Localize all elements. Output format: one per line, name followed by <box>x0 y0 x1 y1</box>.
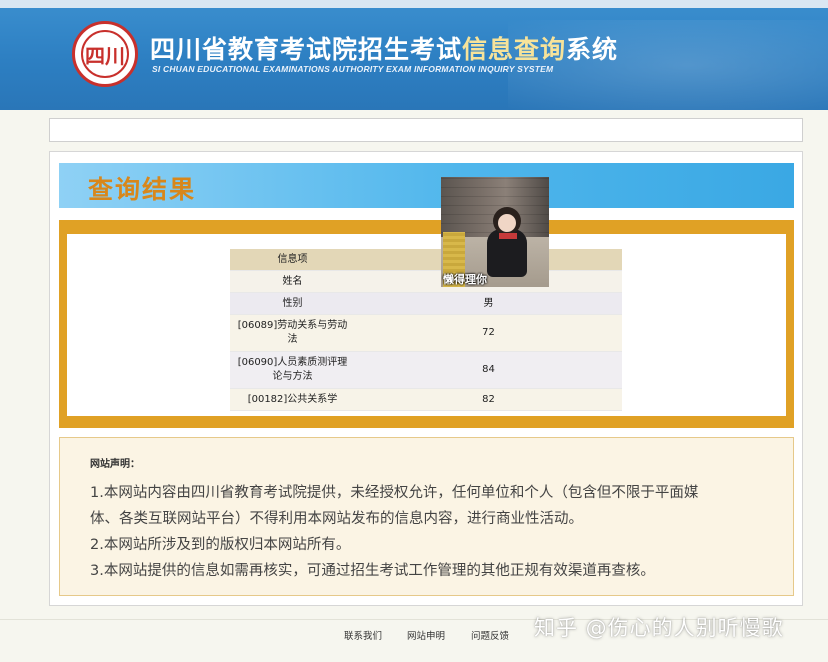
row-value: 男 <box>355 292 622 315</box>
table-row: [00182]公共关系学 82 <box>230 388 622 411</box>
site-subtitle: SI CHUAN EDUCATIONAL EXAMINATIONS AUTHOR… <box>152 64 554 74</box>
photo-caption: 懒得理你 <box>443 273 487 286</box>
row-label: 性别 <box>230 292 355 315</box>
table-row: 姓名 <box>230 270 622 293</box>
logo-emblem-icon: 四川 <box>81 30 129 78</box>
zhihu-watermark: 知乎 @伤心的人别听慢歌 <box>534 616 784 640</box>
row-label: 姓名 <box>230 270 355 293</box>
table-header-cell: 信息项 <box>230 249 355 271</box>
result-title: 查询结果 <box>88 175 197 204</box>
footer-link-statement[interactable]: 网站申明 <box>407 628 445 642</box>
table-row: 性别 男 <box>230 292 622 315</box>
row-label: [00182]公共关系学 <box>230 388 355 411</box>
photo-child-face <box>498 214 516 232</box>
notice-line: 1.本网站内容由四川省教育考试院提供，未经授权允许，任何单位和个人（包含但不限于… <box>90 485 699 501</box>
table-row: [06090]人员素质测评理论与方法 84 <box>230 351 622 389</box>
overlay-photo: 懒得理你 <box>441 177 549 287</box>
notice-line: 3.本网站提供的信息如需再核实，可通过招生考试工作管理的其他正规有效渠道再查核。 <box>90 563 655 579</box>
row-value: 82 <box>355 388 622 411</box>
header-top-stripe <box>0 0 828 8</box>
footer-link-contact[interactable]: 联系我们 <box>344 628 382 642</box>
row-label: [06090]人员素质测评理论与方法 <box>230 351 355 389</box>
score-table: 信息项 姓名 性别 男 [06089]劳动关系与劳动法 72 [06090]人员… <box>230 249 622 411</box>
navigation-bar <box>49 118 803 142</box>
row-label: [06089]劳动关系与劳动法 <box>230 314 355 352</box>
site-title: 四川省教育考试院招生考试信息查询系统 <box>150 30 618 66</box>
footer-link-feedback[interactable]: 问题反馈 <box>471 628 509 642</box>
row-value: 84 <box>355 351 622 389</box>
notice-title: 网站声明： <box>90 459 140 470</box>
site-title-main: 四川省教育考试院招生考试 <box>150 35 463 64</box>
logo-text: 四川 <box>85 43 125 68</box>
site-logo[interactable]: 四川 <box>72 21 138 87</box>
photo-child-scarf <box>499 233 517 239</box>
site-header: 四川 四川省教育考试院招生考试信息查询系统 SI CHUAN EDUCATION… <box>0 0 828 110</box>
notice-line: 体、各类互联网站平台）不得利用本网站发布的信息内容，进行商业性活动。 <box>90 511 583 527</box>
notice-line: 2.本网站所涉及到的版权归本网站所有。 <box>90 537 351 553</box>
site-title-accent: 信息查询 <box>462 35 567 64</box>
table-row: [06089]劳动关系与劳动法 72 <box>230 314 622 352</box>
site-title-tail: 系统 <box>566 35 619 64</box>
table-header-row: 信息项 <box>230 249 622 271</box>
row-value: 72 <box>355 314 622 352</box>
